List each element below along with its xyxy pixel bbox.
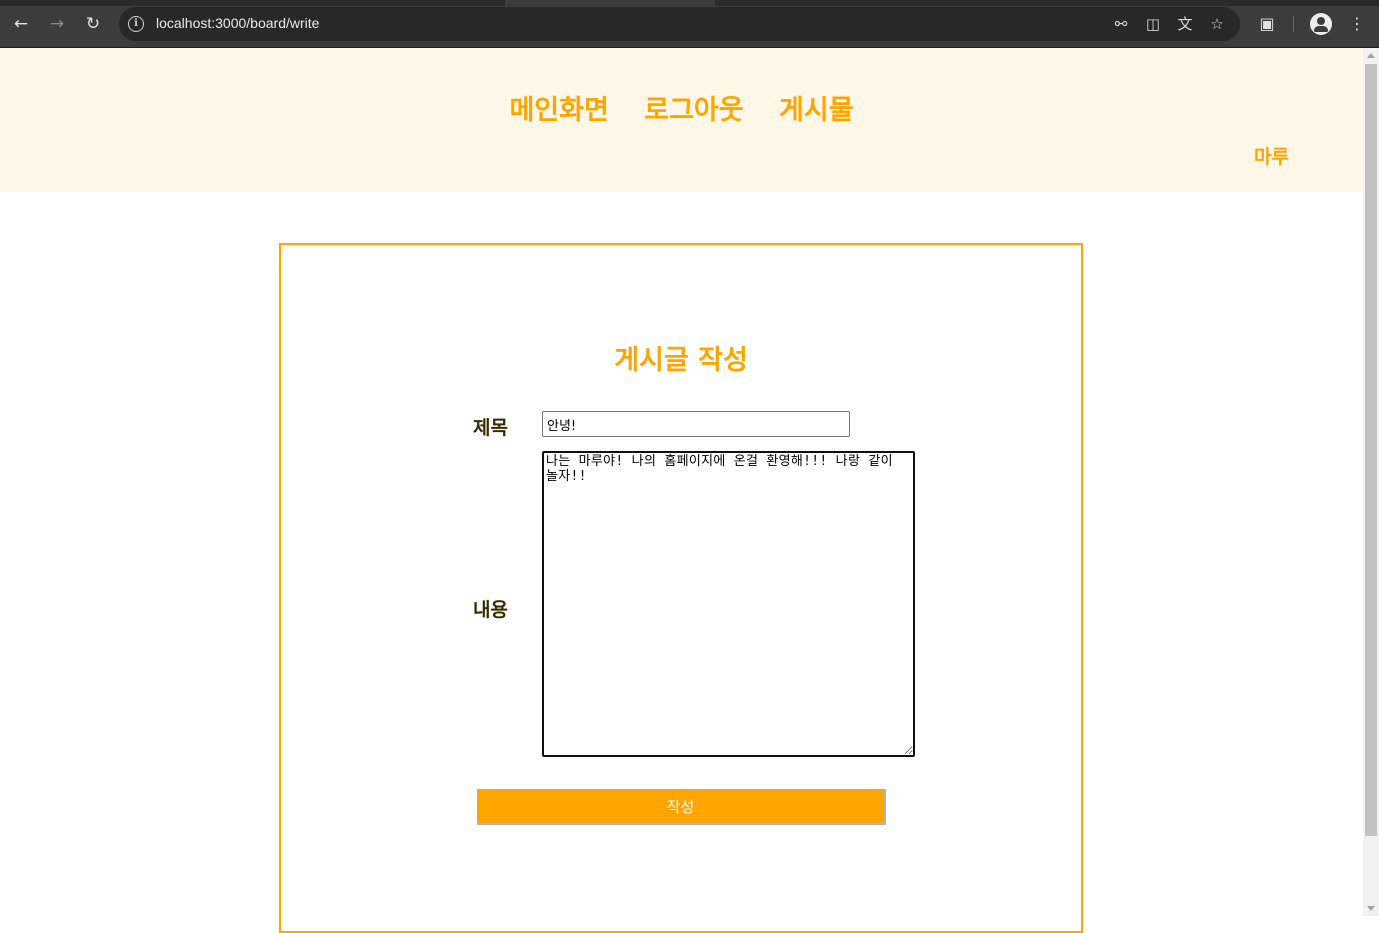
- site-header: 메인화면 로그아웃 게시물 마루: [0, 48, 1363, 192]
- nav-link-logout[interactable]: 로그아웃: [644, 95, 743, 126]
- back-arrow-icon[interactable]: ←: [9, 12, 33, 36]
- title-label: 제목: [473, 417, 508, 439]
- reload-icon[interactable]: ↻: [81, 12, 105, 36]
- scrollbar-thumb[interactable]: [1365, 64, 1377, 836]
- forward-arrow-icon[interactable]: →: [45, 12, 69, 36]
- site-info-icon[interactable]: i: [128, 16, 144, 32]
- active-tab[interactable]: [505, 0, 715, 6]
- install-app-icon[interactable]: ◫: [1143, 14, 1163, 34]
- username-label: 마루: [1254, 146, 1289, 168]
- translate-icon[interactable]: 文: [1175, 14, 1195, 34]
- page-scrollbar[interactable]: [1363, 48, 1379, 916]
- submit-button[interactable]: 작성: [477, 789, 886, 825]
- title-input[interactable]: [542, 411, 850, 437]
- main-nav: 메인화면 로그아웃 게시물: [0, 88, 1363, 127]
- page-title: 게시글 작성: [614, 345, 748, 376]
- content-label: 내용: [473, 599, 508, 621]
- profile-avatar-icon[interactable]: [1310, 13, 1332, 35]
- extensions-puzzle-icon[interactable]: ▣: [1255, 12, 1279, 36]
- bookmark-star-icon[interactable]: ☆: [1207, 14, 1227, 34]
- tab-strip: [0, 0, 1379, 6]
- avatar-head: [1317, 17, 1325, 25]
- nav-link-posts[interactable]: 게시물: [779, 95, 854, 126]
- nav-link-home[interactable]: 메인화면: [509, 95, 608, 126]
- address-bar[interactable]: i localhost:3000/board/write ⚯ ◫ 文 ☆: [119, 7, 1240, 41]
- content-textarea[interactable]: 나는 마루야! 나의 홈페이지에 온걸 환영해!!! 나랑 같이 놀자!!: [542, 451, 915, 757]
- browser-toolbar: ← → ↻ i localhost:3000/board/write ⚯ ◫ 文…: [0, 0, 1379, 48]
- scroll-down-arrow-icon[interactable]: [1367, 906, 1375, 911]
- password-key-icon[interactable]: ⚯: [1111, 14, 1131, 34]
- scroll-up-arrow-icon[interactable]: [1367, 53, 1375, 58]
- toolbar-divider: [1293, 16, 1294, 32]
- avatar-body: [1314, 26, 1328, 32]
- menu-kebab-icon[interactable]: ⋮: [1345, 12, 1369, 36]
- write-form-card: 게시글 작성 제목 내용 나는 마루야! 나의 홈페이지에 온걸 환영해!!! …: [279, 243, 1083, 933]
- address-url[interactable]: localhost:3000/board/write: [156, 15, 319, 31]
